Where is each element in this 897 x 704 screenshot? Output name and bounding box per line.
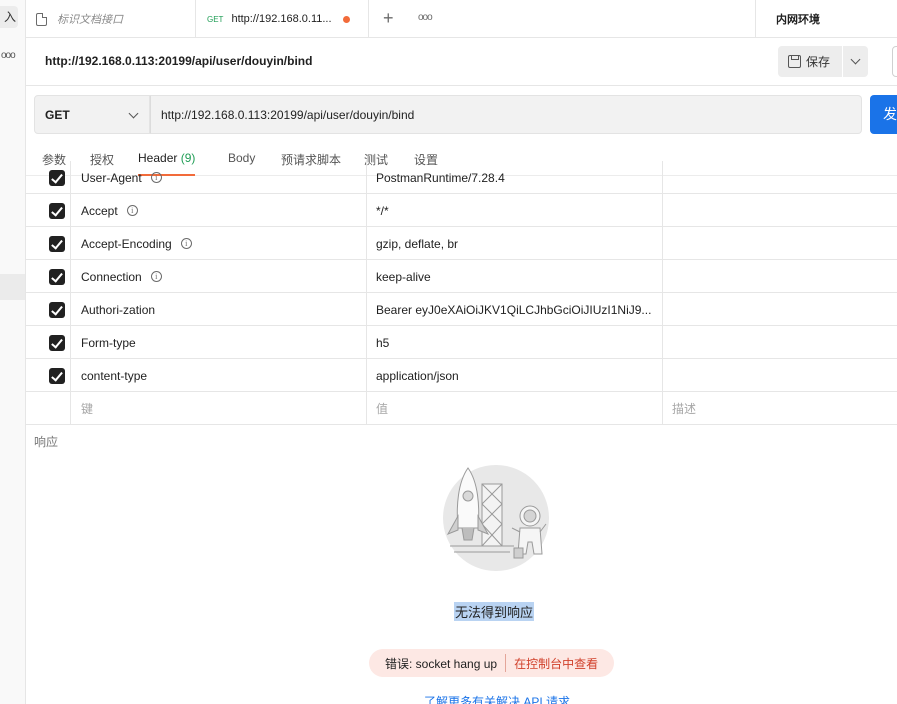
header-value[interactable]: application/json	[366, 359, 662, 392]
header-description[interactable]	[662, 293, 897, 326]
header-value[interactable]: keep-alive	[366, 260, 662, 293]
new-description-input[interactable]: 描述	[662, 392, 897, 425]
new-tab-plus-icon[interactable]: +	[383, 9, 394, 27]
header-key[interactable]: Form-type	[70, 326, 366, 359]
header-value[interactable]: h5	[366, 326, 662, 359]
header-checkbox[interactable]	[49, 170, 65, 186]
header-key: User-Agent	[81, 170, 142, 185]
header-value[interactable]: PostmanRuntime/7.28.4	[366, 161, 662, 194]
tab-more-icon[interactable]: ooo	[418, 12, 433, 23]
method-value: GET	[45, 107, 70, 122]
header-key[interactable]: Authori-zation	[70, 293, 366, 326]
new-key-input[interactable]: 键	[70, 392, 366, 425]
tab-label: 标识文档接口	[57, 14, 123, 26]
url-input[interactable]	[150, 95, 862, 134]
header-description[interactable]	[662, 359, 897, 392]
table-row: Connection i keep-alive	[26, 260, 897, 293]
error-banner: 错误: socket hang up 在控制台中查看	[369, 649, 615, 677]
method-select[interactable]: GET	[34, 95, 150, 134]
header-description[interactable]	[662, 227, 897, 260]
header-value[interactable]: Bearer eyJ0eXAiOiJKV1QiLCJhbGciOiJIUzI1N…	[366, 293, 662, 326]
header-checkbox[interactable]	[49, 368, 65, 384]
header-key: Connection	[81, 269, 142, 284]
header-key-cell[interactable]: Accept-Encoding i	[70, 227, 366, 260]
divider	[505, 654, 507, 672]
header-checkbox[interactable]	[49, 203, 65, 219]
new-header-row: 键 值 描述	[26, 392, 897, 425]
divider	[26, 85, 897, 86]
tab-method: GET	[207, 14, 224, 24]
document-icon	[36, 12, 47, 26]
save-label: 保存	[806, 55, 831, 69]
left-sidebar-strip: 入 ooo	[0, 0, 26, 704]
header-key[interactable]: content-type	[70, 359, 366, 392]
header-value[interactable]: */*	[366, 194, 662, 227]
header-checkbox[interactable]	[49, 269, 65, 285]
view-in-console-link[interactable]: 在控制台中查看	[514, 655, 598, 672]
save-button[interactable]: 保存	[778, 46, 842, 77]
table-row: Accept i */*	[26, 194, 897, 227]
import-button[interactable]: 入	[0, 6, 18, 28]
info-icon[interactable]: i	[150, 172, 162, 183]
header-key: Accept	[81, 203, 118, 218]
unsaved-dot-icon	[342, 15, 350, 23]
info-icon[interactable]: i	[126, 205, 138, 216]
response-label: 响应	[34, 435, 59, 449]
postman-window: 入 ooo 标识文档接口 GET http://192.168.0.11... …	[0, 0, 897, 704]
no-response-text: 无法得到响应	[454, 602, 535, 621]
header-checkbox[interactable]	[49, 335, 65, 351]
info-icon[interactable]: i	[150, 271, 162, 282]
learn-more-link[interactable]: 了解更多有关解决 API 请求	[424, 693, 570, 704]
save-disk-icon	[788, 55, 801, 68]
header-key: Accept-Encoding	[81, 236, 172, 251]
tab-label: http://192.168.0.11...	[231, 13, 332, 25]
tab-bar: 标识文档接口 GET http://192.168.0.11... + ooo …	[26, 0, 897, 38]
table-row: Authori-zation Bearer eyJ0eXAiOiJKV1QiLC…	[26, 293, 897, 326]
chevron-down-icon	[128, 108, 139, 119]
error-message: 错误: socket hang up	[385, 656, 498, 671]
table-row: Form-type h5	[26, 326, 897, 359]
header-checkbox[interactable]	[49, 236, 65, 252]
rocket-astronaut-illustration	[443, 465, 549, 571]
table-row: content-type application/json	[26, 359, 897, 392]
header-description[interactable]	[662, 194, 897, 227]
new-value-input[interactable]: 值	[366, 392, 662, 425]
request-title[interactable]: http://192.168.0.113:20199/api/user/douy…	[45, 54, 312, 68]
header-checkbox[interactable]	[49, 302, 65, 318]
send-button[interactable]: 发送	[870, 95, 897, 134]
sidebar-more-icon[interactable]: ooo	[1, 50, 16, 61]
header-key-cell[interactable]: User-Agent i	[70, 161, 366, 194]
header-description[interactable]	[662, 161, 897, 194]
header-description[interactable]	[662, 260, 897, 293]
table-row: Accept-Encoding i gzip, deflate, br	[26, 227, 897, 260]
header-key-cell[interactable]: Accept i	[70, 194, 366, 227]
table-row: User-Agent i PostmanRuntime/7.28.4	[26, 161, 897, 194]
sidebar-selected-item[interactable]	[0, 274, 25, 300]
header-value[interactable]: gzip, deflate, br	[366, 227, 662, 260]
tab-get-request[interactable]: GET http://192.168.0.11...	[196, 0, 369, 38]
header-key-cell[interactable]: Connection i	[70, 260, 366, 293]
header-description[interactable]	[662, 326, 897, 359]
tab-doc-interface[interactable]: 标识文档接口	[26, 0, 196, 38]
chevron-down-icon	[850, 54, 861, 65]
info-icon[interactable]: i	[180, 238, 192, 249]
save-dropdown-button[interactable]	[843, 46, 868, 77]
side-panel-button[interactable]	[892, 46, 897, 77]
environment-selector[interactable]: 内网环境	[755, 0, 897, 38]
